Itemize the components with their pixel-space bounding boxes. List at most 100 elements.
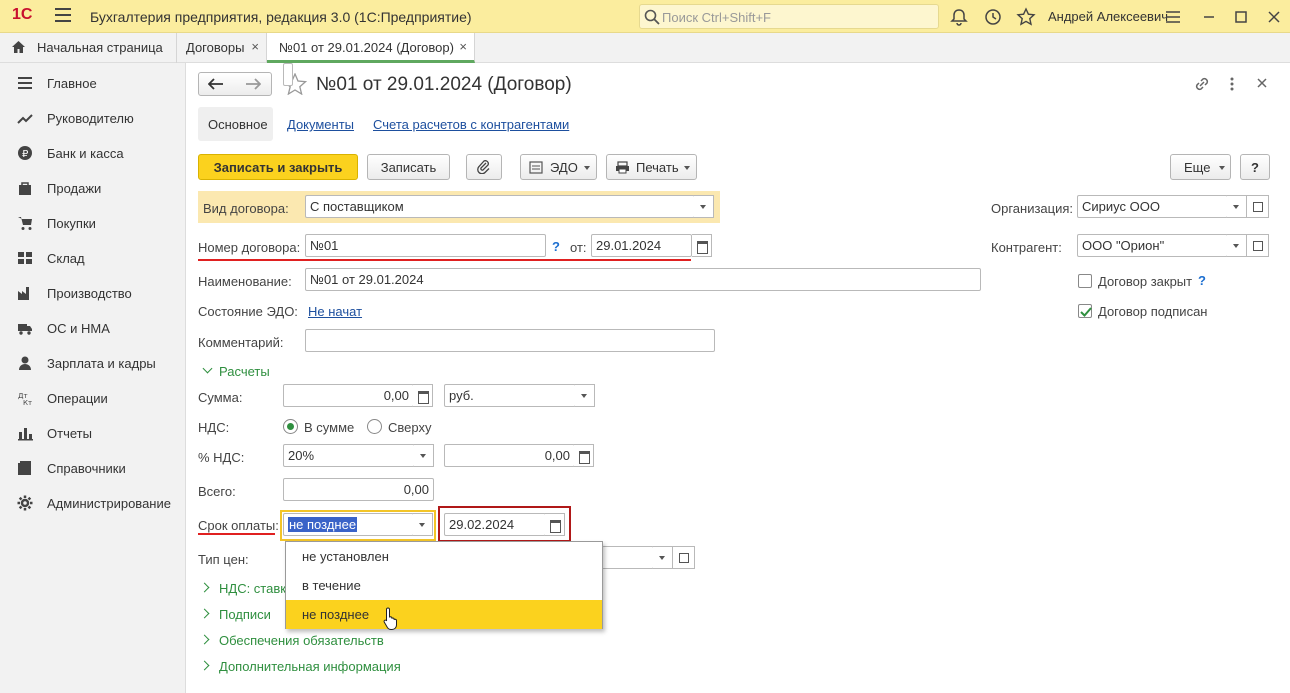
sidebar-item-production[interactable]: Производство	[0, 275, 186, 310]
subtab-main[interactable]: Основное	[198, 107, 273, 141]
payment-date-field[interactable]: 29.02.2024	[444, 513, 546, 536]
tab-contracts[interactable]: Договоры ×	[177, 33, 267, 63]
price-type-field[interactable]	[283, 63, 293, 86]
number-help-icon[interactable]: ?	[552, 239, 560, 254]
signatures-section-header[interactable]: Подписи	[219, 607, 271, 622]
price-type-label: Тип цен:	[198, 552, 249, 567]
print-button[interactable]: Печать	[606, 154, 697, 180]
additional-info-section-header[interactable]: Дополнительная информация	[219, 659, 401, 674]
bell-icon[interactable]	[949, 7, 969, 27]
main-menu-icon[interactable]	[55, 8, 71, 22]
form-title: №01 от 29.01.2024 (Договор)	[316, 74, 572, 95]
chevron-right-icon[interactable]	[199, 634, 210, 645]
settings-lines-icon[interactable]	[1163, 7, 1183, 27]
comment-label: Комментарий:	[198, 335, 284, 350]
name-field[interactable]: №01 от 29.01.2024	[305, 268, 981, 291]
subtab-accounts[interactable]: Счета расчетов с контрагентами	[373, 117, 569, 132]
counterparty-field[interactable]: ООО "Орион"	[1077, 234, 1228, 257]
maximize-icon[interactable]	[1231, 7, 1251, 27]
sidebar-item-purchases[interactable]: Покупки	[0, 205, 186, 240]
history-icon[interactable]	[983, 7, 1003, 27]
sidebar-item-manager[interactable]: Руководителю	[0, 100, 186, 135]
more-vertical-icon[interactable]	[1227, 75, 1237, 93]
sidebar-item-fixed-assets[interactable]: ОС и НМА	[0, 310, 186, 345]
chevron-right-icon[interactable]	[199, 608, 210, 619]
currency-dropdown[interactable]	[575, 384, 595, 407]
counterparty-open-button[interactable]	[1247, 234, 1269, 257]
price-type-open-button[interactable]	[673, 546, 695, 569]
help-button[interactable]: ?	[1240, 154, 1270, 180]
calendar-icon[interactable]	[545, 513, 565, 536]
user-name[interactable]: Андрей Алексеевич	[1048, 9, 1168, 24]
favorites-star-icon[interactable]	[1016, 7, 1036, 27]
edo-button[interactable]: ЭДО	[520, 154, 597, 180]
minimize-icon[interactable]	[1199, 7, 1219, 27]
option-not-set[interactable]: не установлен	[286, 542, 602, 571]
contract-closed-checkbox[interactable]	[1078, 274, 1092, 288]
more-button[interactable]: Еще	[1170, 154, 1231, 180]
chevron-right-icon[interactable]	[199, 660, 210, 671]
organization-dropdown[interactable]	[1227, 195, 1247, 218]
sidebar-item-main[interactable]: Главное	[0, 65, 186, 100]
sidebar-item-bank[interactable]: ₽ Банк и касса	[0, 135, 186, 170]
contract-type-field[interactable]: С поставщиком	[305, 195, 695, 218]
sidebar-item-reports[interactable]: Отчеты	[0, 415, 186, 450]
link-icon[interactable]	[1193, 75, 1211, 93]
option-within[interactable]: в течение	[286, 571, 602, 600]
back-arrow-icon[interactable]	[208, 78, 224, 90]
price-type-dropdown[interactable]	[653, 546, 673, 569]
payment-term-field[interactable]: не позднее	[283, 513, 414, 536]
tab-contract-label: №01 от 29.01.2024 (Договор)	[279, 40, 454, 55]
sidebar-item-admin[interactable]: Администрирование	[0, 485, 186, 520]
edo-state-link[interactable]: Не начат	[308, 304, 362, 319]
organization-field[interactable]: Сириус ООО	[1077, 195, 1228, 218]
currency-field[interactable]: руб.	[444, 384, 576, 407]
calendar-icon[interactable]	[692, 234, 712, 257]
vat-rates-section-header[interactable]: НДС: ставки	[219, 581, 293, 596]
close-tab-icon[interactable]: ×	[459, 39, 467, 54]
calculator-icon[interactable]	[574, 444, 594, 467]
contract-type-dropdown[interactable]	[694, 195, 714, 218]
guarantees-section-header[interactable]: Обеспечения обязательств	[219, 633, 384, 648]
chevron-right-icon[interactable]	[199, 582, 210, 593]
close-form-icon[interactable]	[1256, 77, 1268, 89]
contract-date-field[interactable]: 29.01.2024	[591, 234, 692, 257]
sidebar-item-warehouse[interactable]: Склад	[0, 240, 186, 275]
close-window-icon[interactable]	[1264, 7, 1284, 27]
sidebar-item-sales[interactable]: Продажи	[0, 170, 186, 205]
payment-term-dropdown[interactable]	[413, 513, 433, 536]
checkmark-icon	[1080, 307, 1092, 317]
contract-signed-checkbox[interactable]	[1078, 304, 1092, 318]
sidebar-item-salary[interactable]: Зарплата и кадры	[0, 345, 186, 380]
vat-on-top-radio[interactable]	[367, 419, 382, 434]
chevron-down-icon[interactable]	[202, 363, 213, 374]
price-type-field-visible[interactable]	[602, 546, 654, 569]
vat-rate-dropdown[interactable]	[414, 444, 434, 467]
closed-help-icon[interactable]: ?	[1198, 273, 1206, 288]
vat-rate-field[interactable]: 20%	[283, 444, 415, 467]
tab-home[interactable]: Начальная страница	[0, 33, 177, 63]
calculator-icon[interactable]	[413, 384, 433, 407]
save-button[interactable]: Записать	[367, 154, 450, 180]
vat-in-sum-radio[interactable]	[283, 419, 298, 434]
sidebar-item-operations[interactable]: Дт Кт Операции	[0, 380, 186, 415]
comment-field[interactable]	[305, 329, 715, 352]
tab-contract-01[interactable]: №01 от 29.01.2024 (Договор) ×	[267, 33, 475, 63]
global-search-input[interactable]: Поиск Ctrl+Shift+F	[639, 4, 939, 29]
contract-number-field[interactable]: №01	[305, 234, 546, 257]
edo-icon	[529, 161, 543, 174]
subtab-documents[interactable]: Документы	[287, 117, 354, 132]
forward-arrow-icon[interactable]	[245, 78, 261, 90]
attach-button[interactable]	[466, 154, 502, 180]
vat-label: НДС:	[198, 420, 230, 435]
vat-amount-field[interactable]: 0,00	[444, 444, 575, 467]
counterparty-dropdown[interactable]	[1227, 234, 1247, 257]
organization-open-button[interactable]	[1247, 195, 1269, 218]
settlements-section-header[interactable]: Расчеты	[219, 364, 270, 379]
close-tab-icon[interactable]: ×	[251, 39, 259, 54]
sidebar-item-directories[interactable]: Справочники	[0, 450, 186, 485]
sum-field[interactable]: 0,00	[283, 384, 414, 407]
save-and-close-button[interactable]: Записать и закрыть	[198, 154, 358, 180]
option-no-later-than[interactable]: не позднее	[286, 600, 602, 629]
book-icon	[18, 461, 31, 475]
